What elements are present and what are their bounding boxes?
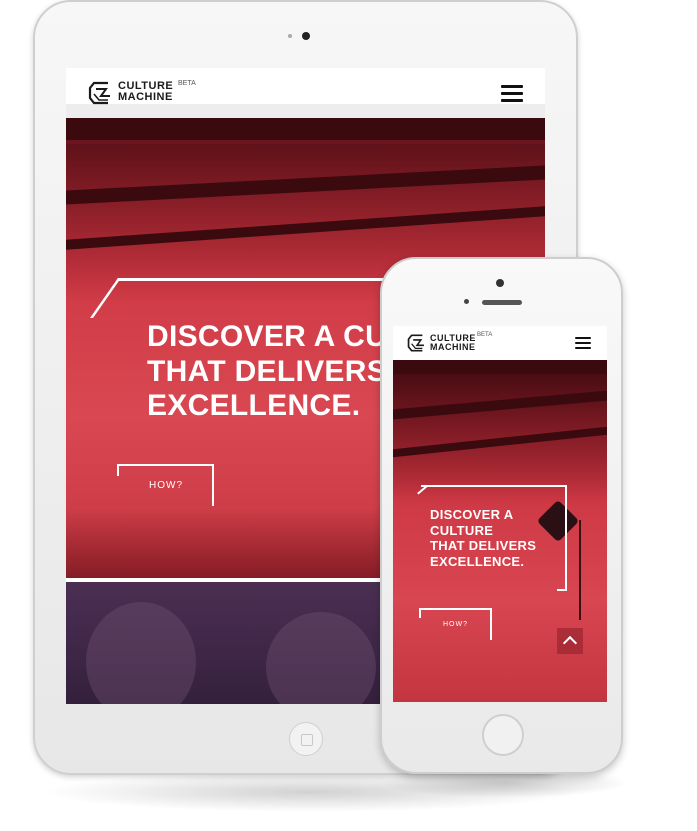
phone-camera	[496, 279, 504, 287]
header-band	[66, 104, 545, 118]
phone-speaker	[482, 300, 522, 305]
beta-badge: BETA	[477, 332, 493, 338]
phone-sensor	[464, 299, 469, 304]
headline-frame-top	[421, 485, 567, 487]
site-header: CULTURE MACHINE BETA	[66, 68, 545, 118]
headline-line: CULTURE	[430, 522, 494, 538]
ceiling-beam	[66, 206, 545, 250]
how-button-edge	[117, 466, 119, 476]
culture-machine-logo-icon[interactable]	[407, 333, 427, 353]
menu-bar	[501, 85, 523, 88]
headline-line: DISCOVER A	[430, 507, 514, 522]
ceiling-beam	[393, 390, 607, 420]
headline-frame-bottom	[557, 589, 567, 591]
tablet-camera	[302, 32, 310, 40]
hero-section-mobile: DISCOVER A CULTURE THAT DELIVERS EXCELLE…	[393, 360, 607, 702]
menu-bar	[501, 99, 523, 102]
culture-machine-logo-icon[interactable]	[88, 80, 114, 106]
ceiling-beam	[66, 118, 545, 140]
how-button-label: HOW?	[149, 480, 183, 491]
team-member-photo	[266, 612, 376, 704]
tablet-sensor	[288, 34, 292, 38]
site-header-mobile: CULTURE MACHINE BETA	[393, 326, 607, 360]
how-button-edge	[419, 610, 421, 618]
brand-name[interactable]: CULTURE MACHINE	[118, 81, 173, 103]
phone-home-button[interactable]	[482, 714, 524, 756]
menu-bar	[575, 347, 591, 349]
headline-line: EXCELLENCE.	[430, 553, 525, 569]
headline-frame-right	[565, 485, 567, 591]
phone-screen: CULTURE MACHINE BETA DISCOVER A CULTURE …	[393, 326, 607, 702]
ceiling-strut	[66, 140, 545, 144]
team-member-photo	[86, 602, 196, 704]
studio-lightbox	[536, 499, 580, 543]
headline-line: THAT DELIVERS	[430, 538, 537, 554]
hamburger-menu-icon[interactable]	[501, 85, 523, 102]
menu-bar	[575, 337, 591, 339]
menu-bar	[501, 92, 523, 95]
hero-headline: DISCOVER A CULTURE THAT DELIVERS EXCELLE…	[430, 507, 536, 569]
beta-badge: BETA	[178, 80, 196, 87]
hamburger-menu-icon[interactable]	[575, 337, 591, 349]
light-stand	[579, 520, 581, 620]
menu-bar	[575, 342, 591, 344]
how-button[interactable]: HOW?	[419, 608, 492, 640]
ceiling-beam	[393, 360, 607, 374]
ceiling-beam	[393, 426, 607, 458]
brand-name-line2: MACHINE	[118, 91, 173, 103]
brand-name[interactable]: CULTURE MACHINE	[430, 334, 476, 352]
tablet-home-button[interactable]	[289, 722, 323, 756]
how-button[interactable]: HOW?	[117, 464, 214, 506]
ceiling-beam	[66, 165, 545, 205]
brand-name-line2: MACHINE	[430, 342, 476, 352]
how-button-label: HOW?	[443, 621, 468, 628]
chevron-up-icon[interactable]	[557, 628, 583, 654]
